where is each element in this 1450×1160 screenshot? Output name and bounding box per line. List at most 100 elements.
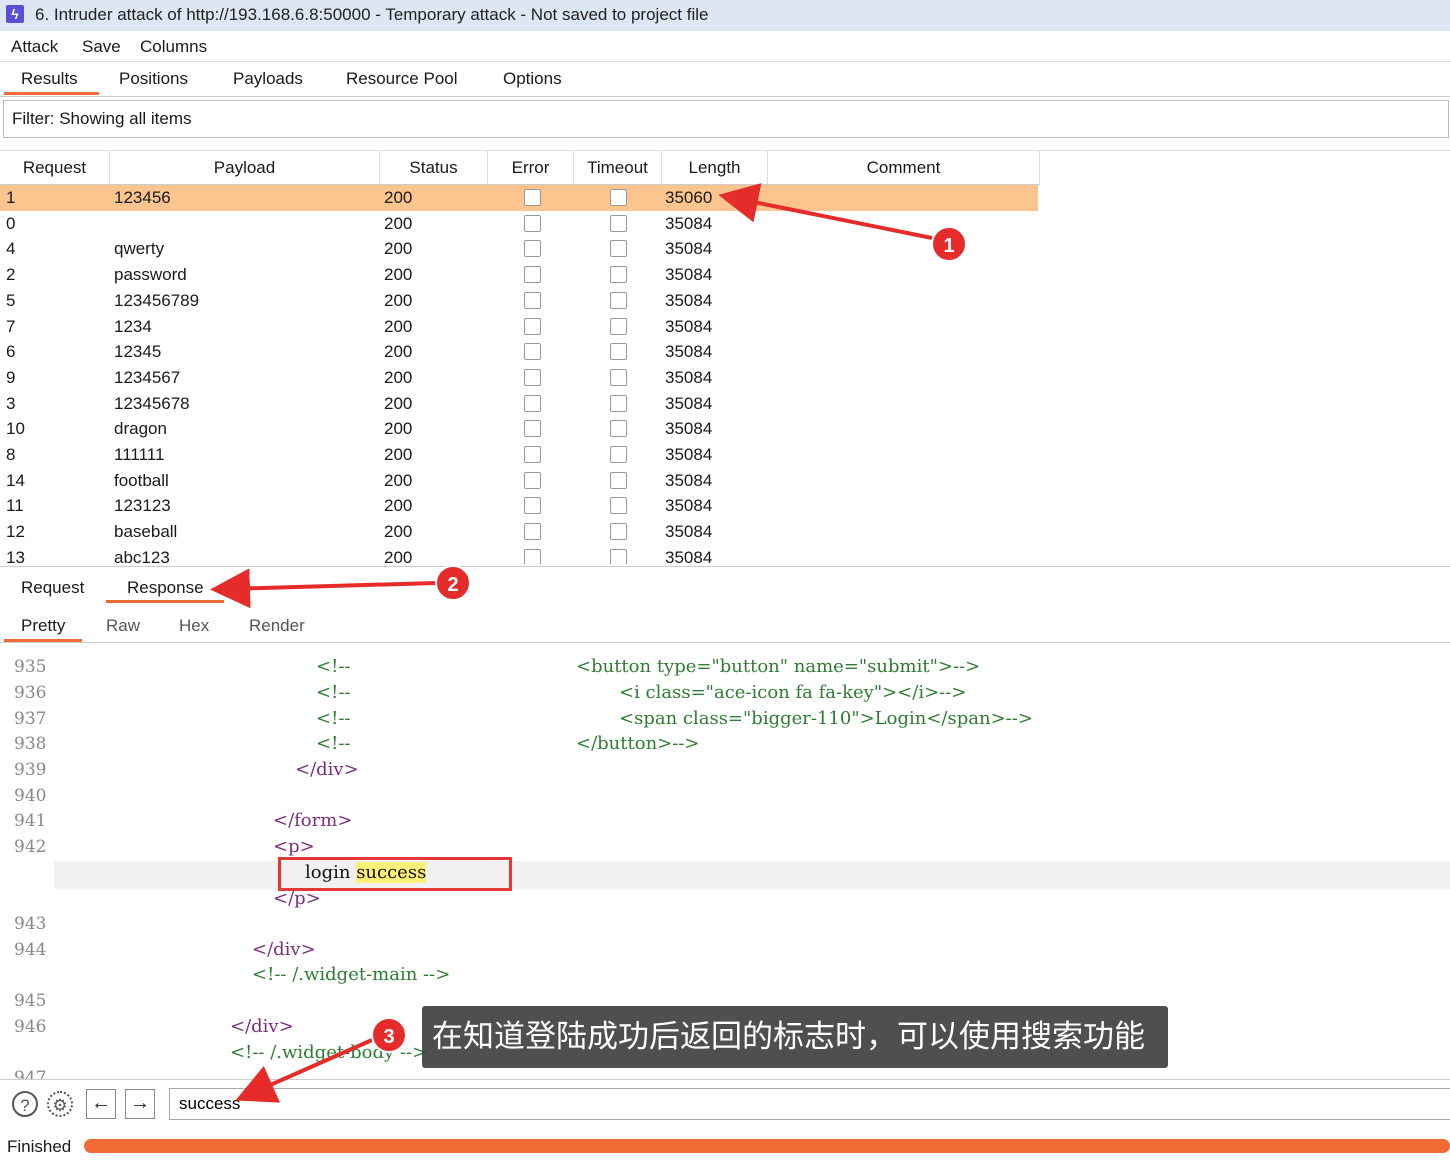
column-header-error[interactable]: Error: [488, 151, 574, 184]
cell-request: 5: [6, 290, 16, 310]
tab-results[interactable]: Results: [21, 69, 78, 89]
cell-status: 200: [384, 393, 413, 413]
error-checkbox: [524, 266, 541, 284]
line-number: 937: [14, 709, 47, 729]
settings-icon[interactable]: ⚙: [47, 1091, 73, 1117]
code-text: <p>: [273, 836, 315, 857]
window-title: 6. Intruder attack of http://193.168.6.8…: [35, 5, 709, 24]
filter-bar[interactable]: Filter: Showing all items: [3, 100, 1449, 138]
cell-request: 7: [6, 316, 16, 336]
cell-status: 200: [384, 290, 413, 310]
filter-label: Filter: Showing all items: [12, 109, 192, 128]
tab-positions[interactable]: Positions: [119, 69, 188, 89]
column-header-request[interactable]: Request: [0, 151, 110, 184]
table-row[interactable]: 13 abc123 200 35084: [0, 545, 1038, 564]
table-row[interactable]: 12 baseball 200 35084: [0, 519, 1038, 545]
code-text: </div>: [252, 939, 316, 960]
table-row[interactable]: 11 123123 200 35084: [0, 493, 1038, 519]
code-text: <!--: [316, 656, 351, 677]
annotation-badge-3: 3: [371, 1017, 407, 1053]
error-checkbox: [524, 548, 541, 564]
tab-pretty[interactable]: Pretty: [21, 616, 65, 636]
tab-hex[interactable]: Hex: [179, 616, 209, 636]
table-row[interactable]: 0 200 35084: [0, 211, 1038, 237]
tab-raw[interactable]: Raw: [106, 616, 140, 636]
code-text: <i class="ace-icon fa fa-key"></i>-->: [619, 682, 967, 703]
cell-payload: dragon: [114, 419, 167, 439]
forward-icon[interactable]: →: [125, 1089, 155, 1119]
timeout-checkbox: [610, 471, 627, 489]
cell-request: 9: [6, 367, 16, 387]
timeout-checkbox: [610, 343, 627, 361]
tab-render[interactable]: Render: [249, 616, 305, 636]
cell-length: 35084: [665, 496, 713, 516]
line-number: 946: [14, 1017, 47, 1037]
code-text: </form>: [273, 810, 353, 831]
column-header-status[interactable]: Status: [380, 151, 488, 184]
table-row[interactable]: 1 123456 200 35060: [0, 185, 1038, 211]
cell-length: 35084: [665, 470, 713, 490]
code-text: <!-- /.widget-main -->: [252, 964, 451, 985]
menu-attack[interactable]: Attack: [11, 37, 58, 57]
cell-length: 35084: [665, 213, 713, 233]
column-header-comment[interactable]: Comment: [768, 151, 1040, 184]
cell-payload: 1234: [114, 316, 152, 336]
table-row[interactable]: 3 12345678 200 35084: [0, 391, 1038, 417]
tab-payloads[interactable]: Payloads: [233, 69, 303, 89]
code-text: </button>-->: [576, 733, 700, 754]
line-number: 947: [14, 1068, 47, 1079]
timeout-checkbox: [610, 497, 627, 515]
table-row[interactable]: 10 dragon 200 35084: [0, 416, 1038, 442]
column-header-length[interactable]: Length: [662, 151, 768, 184]
menu-columns[interactable]: Columns: [140, 37, 207, 57]
line-number: 942: [14, 837, 47, 857]
cell-length: 35084: [665, 265, 713, 285]
menu-bar: Attack Save Columns: [0, 31, 1450, 62]
cell-length: 35060: [665, 188, 713, 207]
table-row[interactable]: 14 football 200 35084: [0, 468, 1038, 494]
timeout-checkbox: [610, 266, 627, 284]
menu-save[interactable]: Save: [82, 37, 121, 57]
help-icon[interactable]: ?: [12, 1091, 38, 1117]
cell-payload: 123456: [114, 188, 171, 207]
error-checkbox: [524, 420, 541, 438]
table-row[interactable]: 5 123456789 200 35084: [0, 288, 1038, 314]
tab-response[interactable]: Response: [127, 578, 204, 598]
tab-request[interactable]: Request: [21, 578, 84, 598]
timeout-checkbox: [610, 446, 627, 463]
cell-request: 1: [6, 188, 16, 207]
column-header-payload[interactable]: Payload: [110, 151, 380, 184]
cell-length: 35084: [665, 445, 713, 464]
table-row[interactable]: 9 1234567 200 35084: [0, 365, 1038, 391]
cell-request: 8: [6, 445, 16, 464]
code-text: </div>: [295, 759, 359, 780]
active-tab-indicator: [4, 639, 82, 642]
timeout-checkbox: [610, 548, 627, 564]
tab-resource-pool[interactable]: Resource Pool: [346, 69, 458, 89]
cell-status: 200: [384, 265, 413, 285]
back-icon[interactable]: ←: [86, 1089, 116, 1119]
table-header: Request Payload Status Error Timeout Len…: [0, 151, 1040, 185]
results-table: Request Payload Status Error Timeout Len…: [0, 150, 1450, 564]
table-row[interactable]: 8 111111 200 35084: [0, 442, 1038, 468]
annotation-badge-1: 1: [931, 226, 967, 262]
table-row[interactable]: 4 qwerty 200 35084: [0, 236, 1038, 262]
table-row[interactable]: 7 1234 200 35084: [0, 314, 1038, 340]
search-input[interactable]: [169, 1088, 1450, 1120]
cell-payload: baseball: [114, 522, 178, 542]
progress-bar: [84, 1139, 1450, 1153]
table-row[interactable]: 6 12345 200 35084: [0, 339, 1038, 365]
table-row[interactable]: 2 password 200 35084: [0, 262, 1038, 288]
cell-status: 200: [384, 316, 413, 336]
cell-length: 35084: [665, 522, 713, 542]
main-tabs: Results Positions Payloads Resource Pool…: [0, 62, 1450, 97]
tab-options[interactable]: Options: [503, 69, 562, 89]
message-tabs: Request Response: [0, 566, 1450, 605]
column-header-timeout[interactable]: Timeout: [574, 151, 662, 184]
cell-status: 200: [384, 239, 413, 259]
cell-status: 200: [384, 522, 413, 542]
cell-request: 13: [6, 547, 25, 564]
cell-length: 35084: [665, 393, 713, 413]
line-number: 945: [14, 991, 47, 1011]
error-checkbox: [524, 317, 541, 335]
